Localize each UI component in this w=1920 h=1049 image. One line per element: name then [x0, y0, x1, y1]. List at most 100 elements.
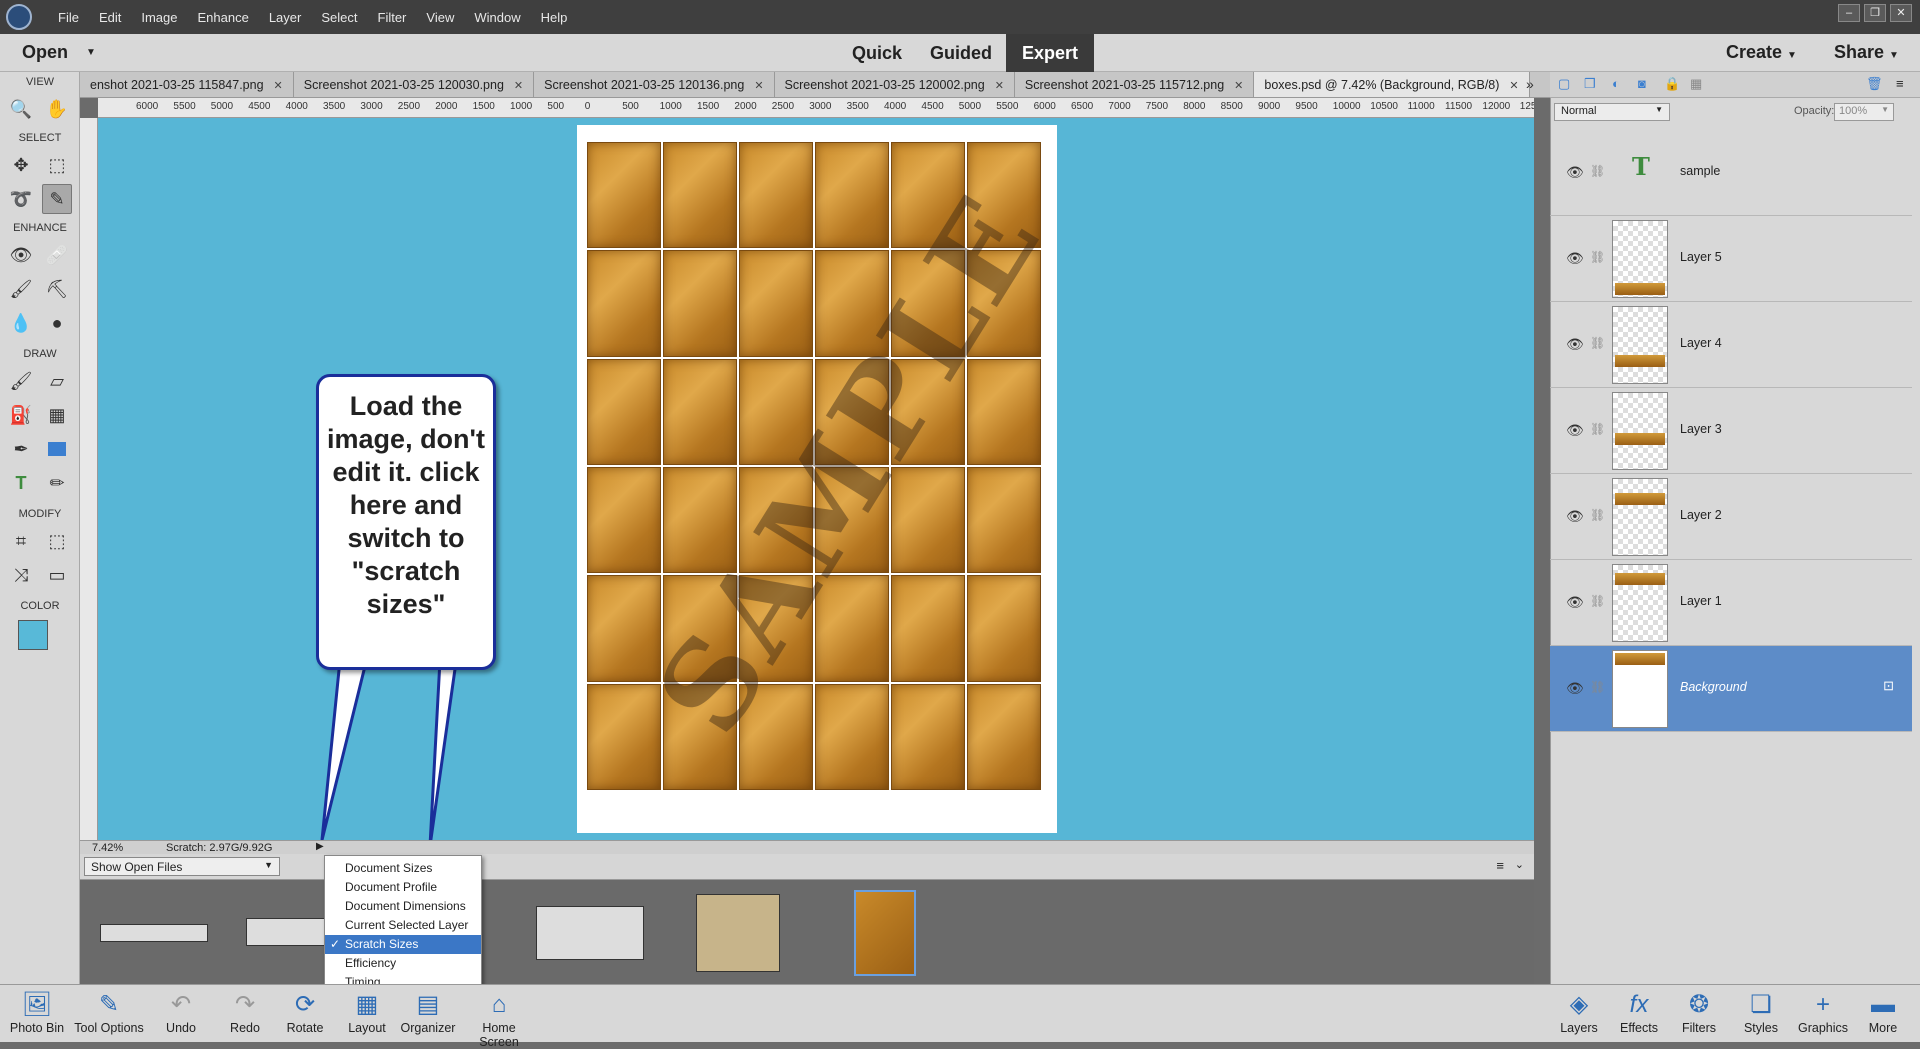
- bin-thumbnail[interactable]: [100, 924, 208, 942]
- menu-view[interactable]: View: [416, 10, 464, 25]
- new-group-icon[interactable]: ❒: [1584, 76, 1596, 92]
- paint-bucket-tool-icon[interactable]: ⛽: [6, 400, 36, 430]
- eraser-tool-icon[interactable]: ▱: [42, 366, 72, 396]
- bin-thumbnail[interactable]: [246, 918, 326, 946]
- link-icon[interactable]: ⛓: [1590, 164, 1605, 178]
- menu-edit[interactable]: Edit: [89, 10, 131, 25]
- link-icon[interactable]: ⛓: [1590, 336, 1605, 350]
- lasso-tool-icon[interactable]: ➰: [6, 184, 36, 214]
- close-icon[interactable]: ✕: [754, 79, 763, 92]
- link-icon[interactable]: ⛓: [1590, 508, 1605, 522]
- gradient-tool-icon[interactable]: ▦: [42, 400, 72, 430]
- layer-row[interactable]: 👁 ⛓ Layer 2: [1550, 474, 1912, 560]
- photo-bin-button[interactable]: 🖼 Photo Bin: [2, 989, 72, 1035]
- app-logo-icon[interactable]: [6, 4, 32, 30]
- tool-options-button[interactable]: ✎ Tool Options: [74, 989, 144, 1035]
- menu-help[interactable]: Help: [531, 10, 578, 25]
- layer-row[interactable]: 👁 ⛓ Layer 3: [1550, 388, 1912, 474]
- menu-select[interactable]: Select: [311, 10, 367, 25]
- menu-layer[interactable]: Layer: [259, 10, 312, 25]
- eye-icon[interactable]: 👁: [1566, 680, 1584, 697]
- layer-row[interactable]: 👁 ⛓ Layer 4: [1550, 302, 1912, 388]
- type-tool-icon[interactable]: T: [6, 468, 36, 498]
- straighten-tool-icon[interactable]: ▭: [42, 560, 72, 590]
- close-icon[interactable]: ✕: [1509, 79, 1518, 92]
- create-button[interactable]: Create ▼: [1726, 42, 1797, 63]
- dropdown-item[interactable]: Document Sizes: [325, 859, 481, 878]
- document-tab[interactable]: enshot 2021-03-25 115847.png ✕: [80, 72, 294, 97]
- document-tab[interactable]: Screenshot 2021-03-25 120136.png ✕: [534, 72, 775, 97]
- blur-tool-icon[interactable]: 💧: [6, 308, 36, 338]
- eyedropper-tool-icon[interactable]: ✒: [6, 434, 36, 464]
- foreground-color-swatch[interactable]: [18, 620, 48, 650]
- more-button[interactable]: ▬ More: [1848, 989, 1918, 1035]
- link-icon[interactable]: ⛓: [1590, 422, 1605, 436]
- layer-row[interactable]: 👁 ⛓ Background ⊡: [1550, 646, 1912, 732]
- dropdown-item[interactable]: Efficiency: [325, 954, 481, 973]
- bin-thumbnail-active[interactable]: [854, 890, 916, 976]
- eye-icon[interactable]: 👁: [1566, 508, 1584, 525]
- blend-mode-select[interactable]: Normal ▼: [1554, 103, 1670, 121]
- mode-expert[interactable]: Expert: [1006, 34, 1095, 72]
- recompose-tool-icon[interactable]: ⬚: [42, 526, 72, 556]
- clone-stamp-tool-icon[interactable]: ⛏: [42, 274, 72, 304]
- layer-row[interactable]: 👁 ⛓ Tsample: [1550, 130, 1912, 216]
- link-icon[interactable]: ⛓: [1590, 680, 1605, 694]
- dropdown-item[interactable]: ✓ Scratch Sizes: [325, 935, 481, 954]
- lock-icon[interactable]: ⊡: [1883, 678, 1894, 694]
- layer-mask-icon[interactable]: ◙: [1638, 76, 1646, 91]
- lock-icon[interactable]: 🔒: [1664, 76, 1680, 92]
- home-screen-button[interactable]: ⌂ Home Screen: [462, 989, 536, 1049]
- eye-icon[interactable]: 👁: [1566, 250, 1584, 267]
- document-tab[interactable]: Screenshot 2021-03-25 120002.png ✕: [774, 72, 1015, 97]
- link-icon[interactable]: ⛓: [1590, 594, 1605, 608]
- content-aware-move-icon[interactable]: ⤨: [6, 560, 36, 590]
- hand-tool-icon[interactable]: ✋: [42, 94, 72, 124]
- undo-button[interactable]: ↶ Undo: [146, 989, 216, 1035]
- menu-image[interactable]: Image: [131, 10, 187, 25]
- panel-menu-icon[interactable]: ≡: [1896, 76, 1904, 91]
- close-icon[interactable]: ✕: [1890, 4, 1912, 22]
- dropdown-item[interactable]: Document Profile: [325, 878, 481, 897]
- pencil-tool-icon[interactable]: ✏: [42, 468, 72, 498]
- quick-selection-tool-icon[interactable]: ✎: [42, 184, 72, 214]
- document-tab[interactable]: Screenshot 2021-03-25 120030.png ✕: [293, 72, 535, 97]
- open-button[interactable]: Open: [22, 42, 68, 63]
- spot-healing-tool-icon[interactable]: 🩹: [42, 240, 72, 270]
- chevron-down-icon[interactable]: ▼: [86, 47, 96, 58]
- mode-guided[interactable]: Guided: [916, 34, 1006, 72]
- dropdown-item[interactable]: Current Selected Layer: [325, 916, 481, 935]
- lock-transparency-icon[interactable]: ▦: [1690, 76, 1702, 92]
- opacity-field[interactable]: 100% ▼: [1834, 103, 1894, 121]
- menu-file[interactable]: File: [48, 10, 89, 25]
- marquee-tool-icon[interactable]: ⬚: [42, 150, 72, 180]
- organizer-button[interactable]: ▤ Organizer: [393, 989, 463, 1035]
- sponge-tool-icon[interactable]: ●: [42, 308, 72, 338]
- bin-menu-icon[interactable]: ≡: [1496, 858, 1504, 873]
- brush-tool-icon[interactable]: 🖌: [6, 366, 36, 396]
- move-tool-icon[interactable]: ✥: [6, 150, 36, 180]
- close-icon[interactable]: ✕: [1234, 79, 1243, 92]
- rotate-button[interactable]: ⟳ Rotate: [270, 989, 340, 1035]
- crop-tool-icon[interactable]: ⌗: [6, 526, 36, 556]
- bin-thumbnail[interactable]: [696, 894, 780, 972]
- bin-thumbnail[interactable]: [536, 906, 644, 960]
- menu-filter[interactable]: Filter: [368, 10, 417, 25]
- minimize-icon[interactable]: –: [1838, 4, 1860, 22]
- trash-icon[interactable]: 🗑: [1866, 76, 1883, 92]
- layer-row[interactable]: 👁 ⛓ Layer 5: [1550, 216, 1912, 302]
- eye-icon[interactable]: 👁: [1566, 422, 1584, 439]
- mode-quick[interactable]: Quick: [838, 34, 916, 72]
- close-icon[interactable]: ✕: [995, 79, 1004, 92]
- menu-window[interactable]: Window: [464, 10, 530, 25]
- shape-tool-icon[interactable]: [42, 434, 72, 464]
- close-icon[interactable]: ✕: [514, 79, 523, 92]
- eye-icon[interactable]: 👁: [1566, 594, 1584, 611]
- new-layer-icon[interactable]: ▢: [1558, 76, 1570, 92]
- filters-button[interactable]: ❂ Filters: [1664, 989, 1734, 1035]
- dropdown-item[interactable]: Document Dimensions: [325, 897, 481, 916]
- zoom-tool-icon[interactable]: 🔍: [6, 94, 36, 124]
- document-tab[interactable]: Screenshot 2021-03-25 115712.png ✕: [1014, 72, 1255, 97]
- menu-enhance[interactable]: Enhance: [188, 10, 259, 25]
- chevron-down-icon[interactable]: ⌄: [1515, 858, 1524, 871]
